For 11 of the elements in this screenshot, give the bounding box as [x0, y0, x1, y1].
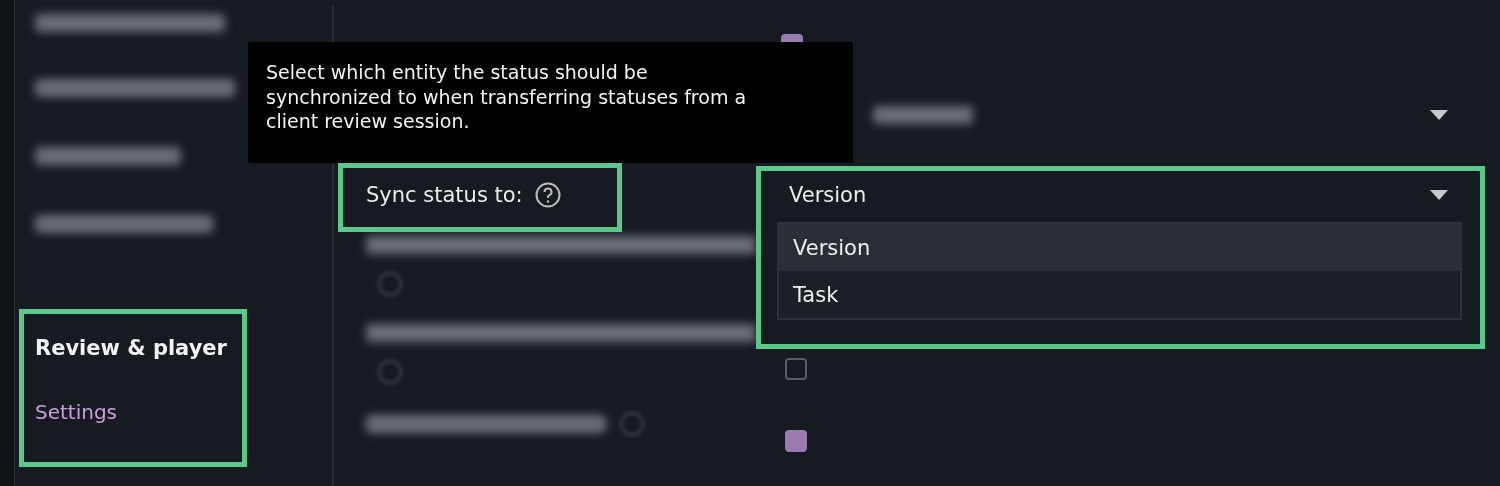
- checkbox[interactable]: [785, 430, 807, 452]
- caret-icon: [1430, 110, 1448, 120]
- help-icon[interactable]: [534, 182, 561, 208]
- checkbox[interactable]: [785, 358, 807, 380]
- section-title: Review & player: [35, 336, 228, 360]
- menu-option[interactable]: Version: [779, 224, 1460, 271]
- setting-label: Sync status to:: [366, 183, 523, 207]
- caret-icon: [1430, 190, 1448, 200]
- menu-option[interactable]: Task: [779, 271, 1460, 318]
- tooltip: Select which entity the status should be synchronized to when transferring statuses from a client review session.: [248, 42, 853, 163]
- sidebar-item[interactable]: Settings: [35, 400, 332, 424]
